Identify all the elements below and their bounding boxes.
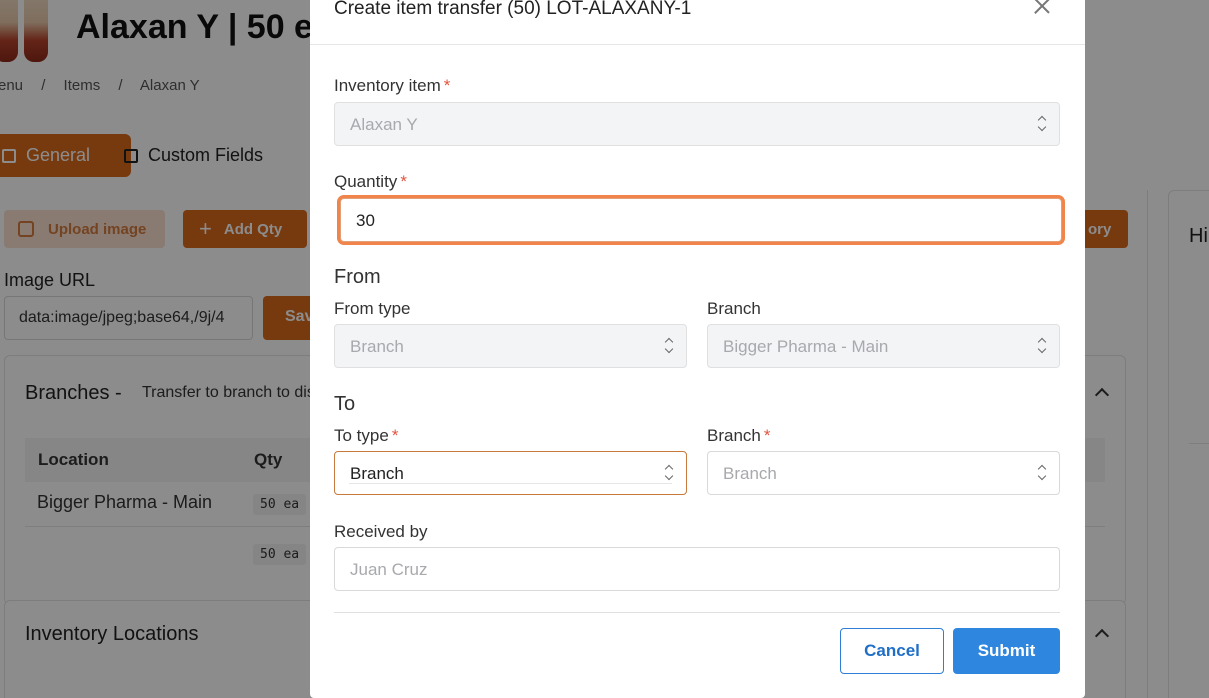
quantity-label: Quantity * [334, 172, 407, 192]
inventory-item-select[interactable]: Alaxan Y [334, 102, 1060, 146]
divider [349, 483, 672, 484]
select-value: Branch [350, 464, 404, 483]
select-placeholder: Branch [723, 464, 777, 483]
to-branch-select[interactable]: Branch [707, 451, 1060, 495]
from-branch-label: Branch [707, 299, 761, 318]
inventory-item-label: Inventory item * [334, 76, 450, 96]
from-branch-select[interactable]: Bigger Pharma - Main [707, 324, 1060, 368]
select-value: Bigger Pharma - Main [723, 337, 889, 356]
to-type-select[interactable]: Branch [334, 451, 687, 495]
updown-chevron-icon [664, 465, 674, 481]
label-text: Quantity [334, 172, 398, 191]
from-section-title: From [334, 266, 381, 288]
cancel-button[interactable]: Cancel [840, 628, 944, 674]
received-by-input[interactable]: Juan Cruz [334, 547, 1060, 591]
submit-button[interactable]: Submit [953, 628, 1060, 674]
required-marker: * [443, 76, 451, 95]
updown-chevron-icon [664, 338, 674, 354]
to-section-title: To [334, 393, 356, 415]
to-branch-label: Branch * [707, 426, 771, 446]
select-value: Branch [350, 337, 404, 356]
updown-chevron-icon [1037, 116, 1047, 132]
received-by-label: Received by [334, 522, 428, 541]
updown-chevron-icon [1037, 465, 1047, 481]
item-transfer-modal: Create item transfer (50) LOT-ALAXANY-1 … [310, 0, 1085, 698]
to-type-label: To type * [334, 426, 398, 446]
from-type-label: From type [334, 299, 411, 318]
select-value: Alaxan Y [350, 115, 418, 134]
required-marker: * [763, 426, 771, 445]
label-text: To type [334, 426, 389, 445]
label-text: Inventory item [334, 76, 441, 95]
updown-chevron-icon [1037, 338, 1047, 354]
header-divider [310, 44, 1085, 45]
modal-title: Create item transfer (50) LOT-ALAXANY-1 [334, 0, 692, 19]
label-text: Branch [707, 426, 761, 445]
close-icon[interactable] [1032, 0, 1052, 16]
required-marker: * [391, 426, 399, 445]
required-marker: * [400, 172, 407, 191]
from-type-select[interactable]: Branch [334, 324, 687, 368]
footer-divider [334, 612, 1060, 613]
quantity-input[interactable]: 30 [340, 198, 1062, 242]
